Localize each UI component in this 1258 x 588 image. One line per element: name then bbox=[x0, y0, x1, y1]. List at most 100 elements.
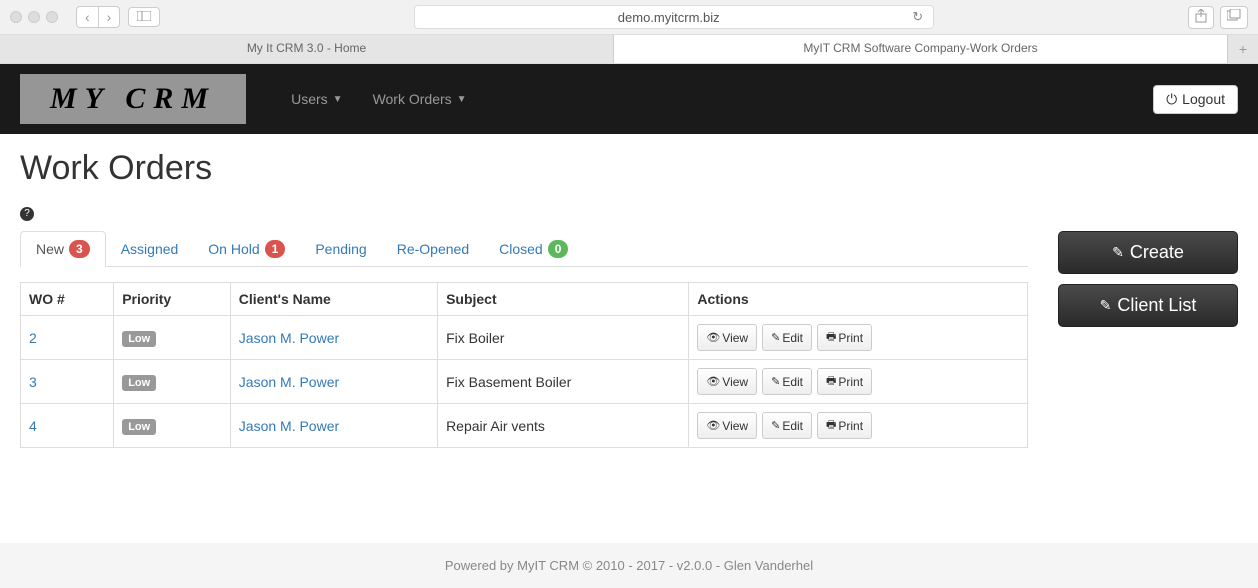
tab-re-opened[interactable]: Re-Opened bbox=[382, 231, 484, 266]
app-navbar: MY CRM Users ▼ Work Orders ▼ ⏻ Logout bbox=[0, 64, 1258, 134]
help-icon[interactable]: ? bbox=[20, 207, 34, 221]
tab-label: Assigned bbox=[121, 241, 179, 257]
print-icon: 🖶 bbox=[826, 372, 836, 391]
browser-tabs: My It CRM 3.0 - Home MyIT CRM Software C… bbox=[0, 34, 1258, 63]
button-label: Print bbox=[838, 419, 863, 433]
workorders-table: WO #PriorityClient's NameSubjectActions … bbox=[20, 282, 1028, 448]
view-icon: 👁 bbox=[706, 331, 720, 344]
footer: Powered by MyIT CRM © 2010 - 2017 - v2.0… bbox=[0, 543, 1258, 588]
edit-button[interactable]: ✎Edit bbox=[762, 412, 812, 439]
priority-badge: Low bbox=[122, 375, 156, 391]
view-button[interactable]: 👁View bbox=[697, 324, 757, 351]
nav-users[interactable]: Users ▼ bbox=[276, 81, 357, 117]
tab-assigned[interactable]: Assigned bbox=[106, 231, 194, 266]
client-list-label: Client List bbox=[1117, 295, 1196, 316]
back-button[interactable]: ‹ bbox=[77, 7, 99, 27]
caret-icon: ▼ bbox=[333, 94, 343, 105]
tab-new[interactable]: New 3 bbox=[20, 231, 106, 267]
print-button[interactable]: 🖶Print bbox=[817, 368, 872, 395]
content: Work Orders ? New 3 Assigned On Hold 1 Pendin… bbox=[0, 134, 1258, 463]
pencil-icon: ✎ bbox=[1112, 244, 1124, 261]
wo-link[interactable]: 3 bbox=[29, 374, 37, 390]
subject-cell: Repair Air vents bbox=[438, 404, 689, 448]
client-link[interactable]: Jason M. Power bbox=[239, 330, 339, 346]
new-tab-button[interactable]: + bbox=[1228, 35, 1258, 63]
client-list-button[interactable]: ✎ Client List bbox=[1058, 284, 1238, 327]
print-button[interactable]: 🖶Print bbox=[817, 412, 872, 439]
column-header: Actions bbox=[689, 283, 1028, 316]
tab-label: On Hold bbox=[208, 241, 259, 257]
tab-label: Closed bbox=[499, 241, 543, 257]
url-bar: demo.myitcrm.biz ↻ bbox=[168, 5, 1180, 29]
priority-badge: Low bbox=[122, 419, 156, 435]
create-button[interactable]: ✎ Create bbox=[1058, 231, 1238, 274]
power-icon: ⏻ bbox=[1166, 91, 1177, 108]
close-window-icon[interactable] bbox=[10, 11, 22, 23]
nav-menu: Users ▼ Work Orders ▼ bbox=[276, 81, 1153, 117]
button-label: Edit bbox=[782, 375, 803, 389]
page-title: Work Orders bbox=[20, 149, 1238, 188]
tab-label: New bbox=[36, 241, 64, 257]
browser-right-buttons bbox=[1188, 6, 1248, 29]
edit-icon: ✎ bbox=[771, 419, 780, 432]
nav-buttons: ‹ › bbox=[76, 6, 120, 28]
tab-closed[interactable]: Closed 0 bbox=[484, 231, 583, 266]
url-text: demo.myitcrm.biz bbox=[425, 10, 912, 25]
tabs-overview-icon[interactable] bbox=[1220, 6, 1248, 29]
browser-chrome: ‹ › demo.myitcrm.biz ↻ My It CRM 3.0 - H… bbox=[0, 0, 1258, 64]
button-label: View bbox=[722, 419, 748, 433]
browser-toolbar: ‹ › demo.myitcrm.biz ↻ bbox=[0, 0, 1258, 34]
button-label: Edit bbox=[782, 331, 803, 345]
left-column: New 3 Assigned On Hold 1 Pending Re-Opened Clos… bbox=[20, 231, 1028, 448]
view-icon: 👁 bbox=[706, 375, 720, 388]
edit-button[interactable]: ✎Edit bbox=[762, 324, 812, 351]
view-button[interactable]: 👁View bbox=[697, 368, 757, 395]
reload-icon[interactable]: ↻ bbox=[912, 9, 923, 25]
subject-cell: Fix Boiler bbox=[438, 316, 689, 360]
tab-label: Re-Opened bbox=[397, 241, 469, 257]
client-link[interactable]: Jason M. Power bbox=[239, 374, 339, 390]
wo-link[interactable]: 2 bbox=[29, 330, 37, 346]
main-row: New 3 Assigned On Hold 1 Pending Re-Opened Clos… bbox=[20, 231, 1238, 448]
caret-icon: ▼ bbox=[457, 94, 467, 105]
print-icon: 🖶 bbox=[826, 416, 836, 435]
create-label: Create bbox=[1130, 242, 1184, 263]
window-controls bbox=[10, 11, 58, 23]
nav-workorders-label: Work Orders bbox=[373, 91, 452, 107]
view-icon: 👁 bbox=[706, 419, 720, 432]
badge: 3 bbox=[69, 240, 90, 258]
logo[interactable]: MY CRM bbox=[20, 74, 246, 124]
logout-button[interactable]: ⏻ Logout bbox=[1153, 85, 1238, 114]
table-row: 4LowJason M. PowerRepair Air vents👁View✎… bbox=[21, 404, 1028, 448]
address-field[interactable]: demo.myitcrm.biz ↻ bbox=[414, 5, 934, 29]
wo-link[interactable]: 4 bbox=[29, 418, 37, 434]
view-button[interactable]: 👁View bbox=[697, 412, 757, 439]
sidebar-toggle-icon[interactable] bbox=[128, 7, 160, 27]
edit-button[interactable]: ✎Edit bbox=[762, 368, 812, 395]
button-label: Print bbox=[838, 331, 863, 345]
forward-button[interactable]: › bbox=[99, 7, 120, 27]
badge: 1 bbox=[265, 240, 286, 258]
edit-icon: ✎ bbox=[771, 331, 780, 344]
print-button[interactable]: 🖶Print bbox=[817, 324, 872, 351]
minimize-window-icon[interactable] bbox=[28, 11, 40, 23]
column-header: Priority bbox=[114, 283, 231, 316]
badge: 0 bbox=[548, 240, 569, 258]
share-icon[interactable] bbox=[1188, 6, 1214, 29]
browser-tab-workorders[interactable]: MyIT CRM Software Company-Work Orders bbox=[614, 35, 1228, 63]
subject-cell: Fix Basement Boiler bbox=[438, 360, 689, 404]
tab-on-hold[interactable]: On Hold 1 bbox=[193, 231, 300, 266]
print-icon: 🖶 bbox=[826, 328, 836, 347]
nav-users-label: Users bbox=[291, 91, 328, 107]
pencil-icon: ✎ bbox=[1100, 297, 1112, 314]
side-actions: ✎ Create ✎ Client List bbox=[1058, 231, 1238, 327]
client-link[interactable]: Jason M. Power bbox=[239, 418, 339, 434]
edit-icon: ✎ bbox=[771, 375, 780, 388]
button-label: View bbox=[722, 375, 748, 389]
column-header: WO # bbox=[21, 283, 114, 316]
nav-workorders[interactable]: Work Orders ▼ bbox=[358, 81, 482, 117]
maximize-window-icon[interactable] bbox=[46, 11, 58, 23]
browser-tab-home[interactable]: My It CRM 3.0 - Home bbox=[0, 35, 614, 63]
logout-label: Logout bbox=[1182, 91, 1225, 107]
tab-pending[interactable]: Pending bbox=[300, 231, 381, 266]
